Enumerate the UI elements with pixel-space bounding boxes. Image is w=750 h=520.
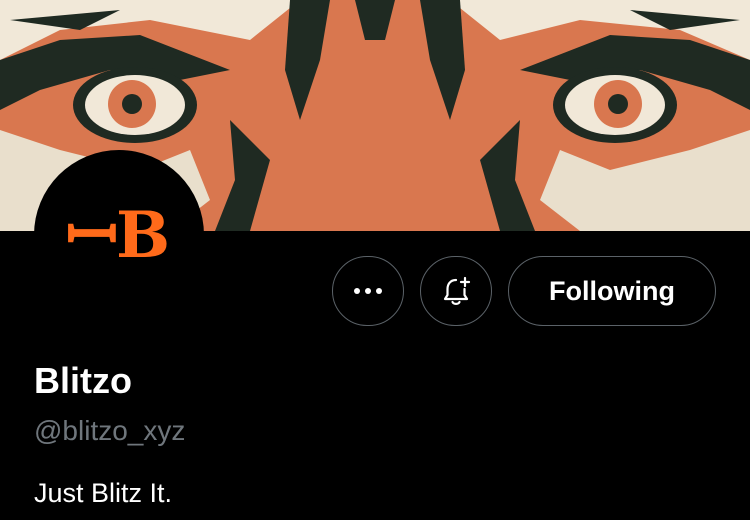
bell-plus-icon: [443, 276, 471, 305]
profile-bio: Just Blitz It.: [34, 478, 173, 508]
following-label: Following: [549, 275, 675, 306]
following-button[interactable]: Following: [508, 256, 716, 326]
profile-avatar[interactable]: ꟷB: [34, 150, 204, 320]
blitzo-logo: ꟷB: [65, 197, 170, 273]
profile-display-name: Blitzo: [34, 360, 132, 401]
notifications-button[interactable]: [420, 256, 492, 326]
more-options-button[interactable]: [332, 256, 404, 326]
profile-handle: @blitzo_xyz: [34, 415, 186, 446]
ellipsis-icon: [354, 288, 382, 294]
